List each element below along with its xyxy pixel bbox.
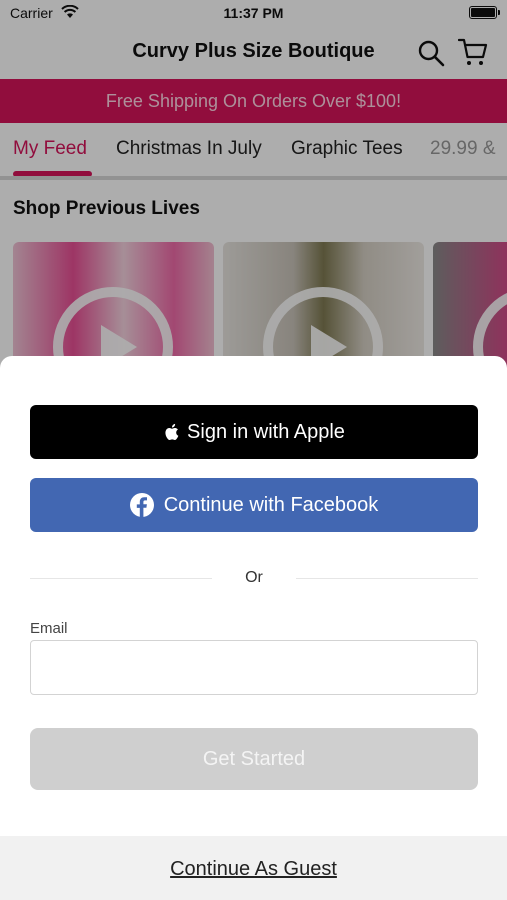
sign-in-with-apple-button[interactable]: Sign in with Apple [30,405,478,459]
sign-in-sheet: Sign in with Apple Continue with Faceboo… [0,356,507,900]
email-field[interactable] [30,640,478,695]
get-started-button[interactable]: Get Started [30,728,478,790]
facebook-button-label: Continue with Facebook [163,493,379,516]
continue-as-guest-link[interactable]: Continue As Guest [0,858,507,881]
continue-with-facebook-button[interactable]: Continue with Facebook [30,478,478,532]
divider-line [296,578,478,579]
or-divider: Or [30,568,478,588]
apple-icon [165,423,179,440]
apple-button-label: Sign in with Apple [187,420,345,443]
facebook-icon [129,493,154,517]
guest-bar: Continue As Guest [0,836,507,900]
email-label: Email [30,620,68,637]
